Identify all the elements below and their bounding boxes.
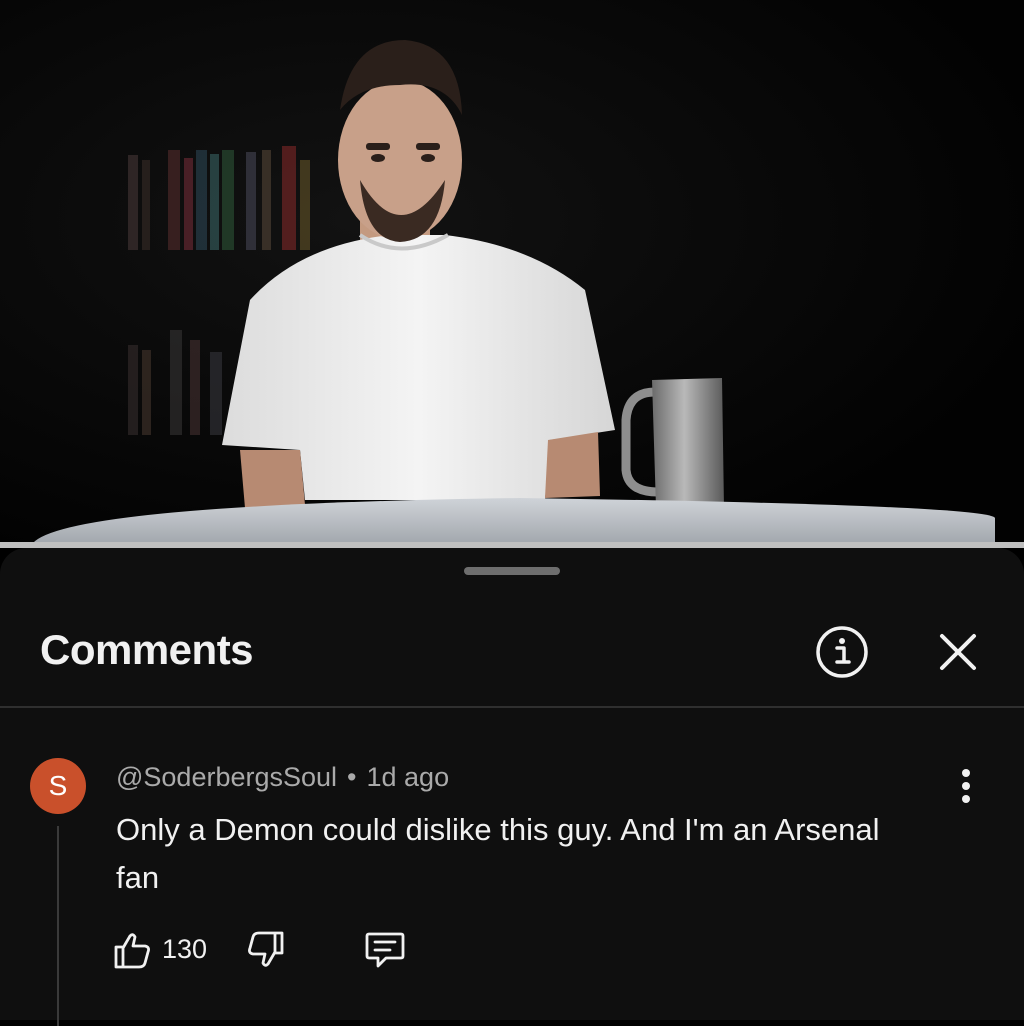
comment-meta: @SoderbergsSoul • 1d ago [116,762,449,793]
comment-author[interactable]: @SoderbergsSoul [116,762,337,792]
info-icon [816,626,868,678]
drag-handle[interactable] [464,567,560,575]
thumbs-up-icon [114,933,150,969]
like-count: 130 [162,934,208,964]
comment-time: 1d ago [366,762,450,792]
close-icon [940,634,976,670]
video-frame [0,0,1024,548]
video-player[interactable] [0,0,1024,548]
meta-separator: • [347,762,357,792]
sheet-title: Comments [40,626,254,673]
avatar[interactable]: S [30,758,86,814]
dislike-button[interactable] [246,928,290,972]
thread-line [57,826,59,1026]
comment-text: Only a Demon could dislike this guy. And… [116,812,880,895]
close-button[interactable] [930,624,986,680]
avatar-letter: S [48,770,68,801]
like-button[interactable] [112,928,156,972]
more-options-button[interactable] [950,766,982,806]
thumbs-down-icon [248,931,284,967]
more-vertical-icon [962,769,970,803]
info-button[interactable] [814,624,870,680]
reply-icon [365,932,405,968]
header-divider [0,706,1024,708]
reply-button[interactable] [364,928,408,972]
comments-sheet: Comments S @SoderbergsSoul • 1d ago Only a… [0,548,1024,1026]
